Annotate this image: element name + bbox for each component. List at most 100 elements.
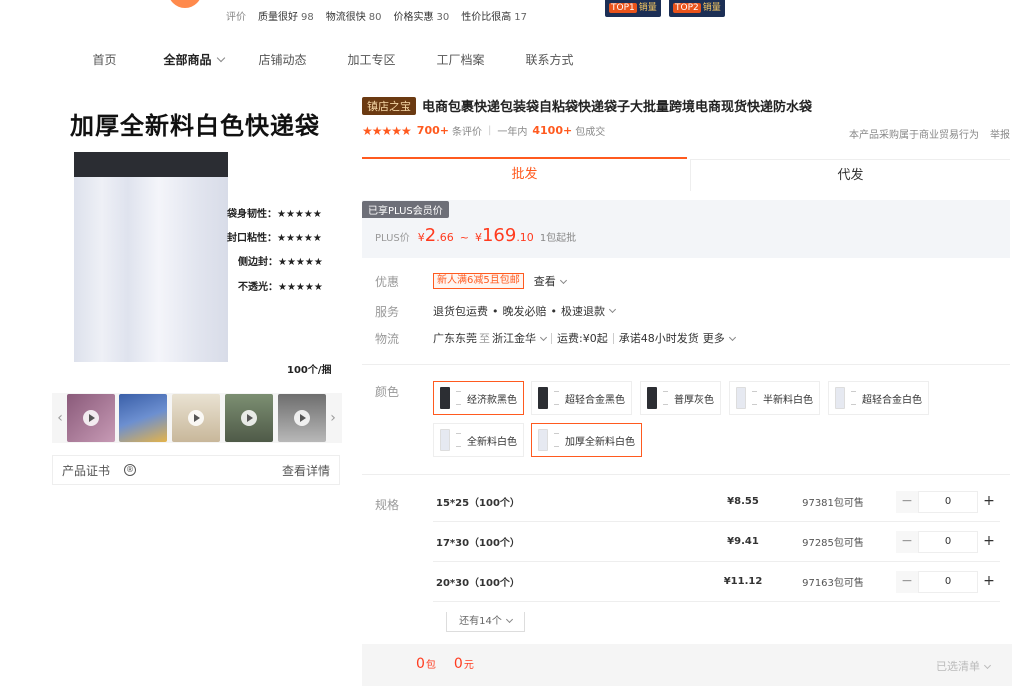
year-label: 一年内 [497, 127, 528, 138]
report-link[interactable]: 举报 [990, 126, 1010, 141]
rating-label: 评价 [226, 12, 246, 23]
destination-select[interactable]: 浙江金华 [492, 330, 548, 346]
bag-qty-label: 100个/捆 [287, 365, 332, 376]
increment-button[interactable]: + [978, 530, 1000, 553]
color-option[interactable]: 普厚灰色 [640, 381, 721, 415]
reviews-count[interactable]: 700+ [417, 124, 449, 137]
quantity-input[interactable]: 0 [918, 530, 978, 553]
thumbnail[interactable] [172, 394, 220, 442]
thumbnail[interactable] [67, 394, 115, 442]
thumb-next-icon[interactable]: › [328, 405, 338, 431]
quantity-input[interactable]: 0 [918, 570, 978, 593]
nav-shop-news[interactable]: 店铺动态 [238, 50, 327, 70]
quantity-stepper: − 0 + [896, 570, 1000, 593]
decrement-button[interactable]: − [896, 530, 918, 553]
spec-row: 15*25（100个） ¥8.55 97381包可售 − 0 + [433, 482, 1000, 522]
thumbnail[interactable] [119, 394, 167, 442]
chevron-down-icon [983, 661, 992, 670]
product-title-row: 镇店之宝 电商包裹快递包装袋自粘袋快递袋子大批量跨境电商现货快递防水袋 [362, 96, 812, 115]
color-option[interactable]: 超轻合金白色 [828, 381, 929, 415]
nav-home[interactable]: 首页 [60, 50, 149, 70]
chevron-down-icon [728, 333, 736, 342]
service-row[interactable]: 退货包运费 • 晚发必赔 • 极速退款 [433, 303, 617, 319]
rating-tag[interactable]: 物流很快 80 [326, 8, 382, 23]
color-option[interactable]: 超轻合金黑色 [531, 381, 632, 415]
rating-tag[interactable]: 性价比很高 17 [461, 8, 527, 23]
chevron-down-icon [608, 305, 617, 313]
decrement-button[interactable]: − [896, 570, 918, 593]
sales-rank-badge[interactable]: TOP2 销量 [669, 0, 725, 17]
thumb-prev-icon[interactable]: ‹ [55, 405, 65, 431]
divider [362, 364, 1010, 365]
tab-wholesale[interactable]: 批发 [362, 159, 687, 191]
total-count: 0 [416, 656, 425, 672]
promo-label: 优惠 [375, 275, 400, 289]
more-specs-button[interactable]: 还有14个 [446, 612, 525, 632]
logistics-row: 广东东莞 至 浙江金华 运费:¥0起 承诺48小时发货 更多 [433, 330, 736, 346]
color-option[interactable]: 半新料白色 [729, 381, 820, 415]
quantity-input[interactable]: 0 [918, 490, 978, 513]
sales-rank-badge[interactable]: TOP1 销量 [605, 0, 661, 17]
spec-stock: 97285包可售 [802, 538, 864, 549]
rating-tag[interactable]: 质量很好 98 [258, 8, 314, 23]
spec-row: 17*30（100个） ¥9.41 97285包可售 − 0 + [433, 522, 1000, 562]
currency-symbol: ¥ [474, 231, 482, 244]
promo-row: 新人满6减5且包邮 查看 [433, 273, 567, 289]
spec-name: 17*30（100个） [436, 538, 520, 549]
spec-price: ¥8.55 [727, 496, 759, 507]
product-title: 电商包裹快递包装袋自粘袋快递袋子大批量跨境电商现货快递防水袋 [422, 100, 813, 115]
min-order-qty: 1包起批 [539, 233, 577, 244]
selected-list-toggle[interactable]: 已选清单 [936, 658, 992, 674]
promo-view[interactable]: 查看 [534, 273, 567, 289]
spec-stock: 97163包可售 [802, 578, 864, 589]
quantity-stepper: − 0 + [896, 530, 1000, 553]
chevron-down-icon [216, 53, 225, 63]
nav-contact[interactable]: 联系方式 [505, 50, 594, 70]
spec-label: 规格 [375, 498, 400, 512]
thumbnail[interactable] [278, 394, 326, 442]
logistics-label: 物流 [375, 332, 400, 346]
color-option[interactable]: 经济款黑色 [433, 381, 524, 415]
shop-nav: 首页 全部商品 店铺动态 加工专区 工厂档案 联系方式 [60, 50, 594, 70]
trade-note: 本产品采购属于商业贸易行为 [849, 130, 979, 141]
amount-unit: 元 [463, 660, 474, 671]
price-label: PLUS价 [375, 233, 410, 244]
logistics-more[interactable]: 更多 [703, 330, 736, 346]
rating-tag[interactable]: 价格实惠 30 [393, 8, 449, 23]
nav-processing[interactable]: 加工专区 [327, 50, 416, 70]
spec-price: ¥9.41 [727, 536, 759, 547]
bag-seal-strip [74, 152, 228, 177]
product-certificate: 产品证书 ® 查看详情 [52, 455, 340, 485]
increment-button[interactable]: + [978, 490, 1000, 513]
swatch [736, 387, 746, 409]
play-icon [241, 410, 257, 426]
count-unit: 包 [425, 660, 436, 671]
bag-feature: 不透光：★★★★★ [238, 282, 323, 293]
chevron-down-icon [505, 615, 513, 624]
promo-tag[interactable]: 新人满6减5且包邮 [433, 273, 524, 289]
total-amount: 0 [453, 656, 463, 672]
decrement-button[interactable]: − [896, 490, 918, 513]
bag-feature: 封口粘性：★★★★★ [227, 233, 322, 244]
spec-row: 20*30（100个） ¥11.12 97163包可售 − 0 + [433, 562, 1000, 602]
thumbnail[interactable] [225, 394, 273, 442]
color-option[interactable]: 加厚全新料白色 [531, 423, 642, 457]
bag-feature: 侧边封：★★★★★ [238, 257, 323, 268]
color-option[interactable]: 全新料白色 [433, 423, 524, 457]
tab-dropship[interactable]: 代发 [690, 159, 1010, 191]
swatch [440, 429, 450, 451]
divider [362, 474, 1010, 475]
deals-count: 4100+ [532, 124, 573, 137]
star-rating-icon: ★★★★★ [362, 123, 412, 138]
swatch [440, 387, 450, 409]
order-summary: 0 包 0 元 [416, 656, 492, 672]
play-icon [294, 410, 310, 426]
nav-factory-profile[interactable]: 工厂档案 [416, 50, 505, 70]
cert-view-link[interactable]: 查看详情 [282, 462, 330, 479]
price-min-dec: .66 [436, 231, 454, 244]
currency-symbol: ¥ [417, 231, 425, 244]
nav-all-products[interactable]: 全部商品 [149, 50, 238, 70]
increment-button[interactable]: + [978, 570, 1000, 593]
play-icon [188, 410, 204, 426]
bag-feature: 袋身韧性：★★★★★ [227, 209, 322, 220]
